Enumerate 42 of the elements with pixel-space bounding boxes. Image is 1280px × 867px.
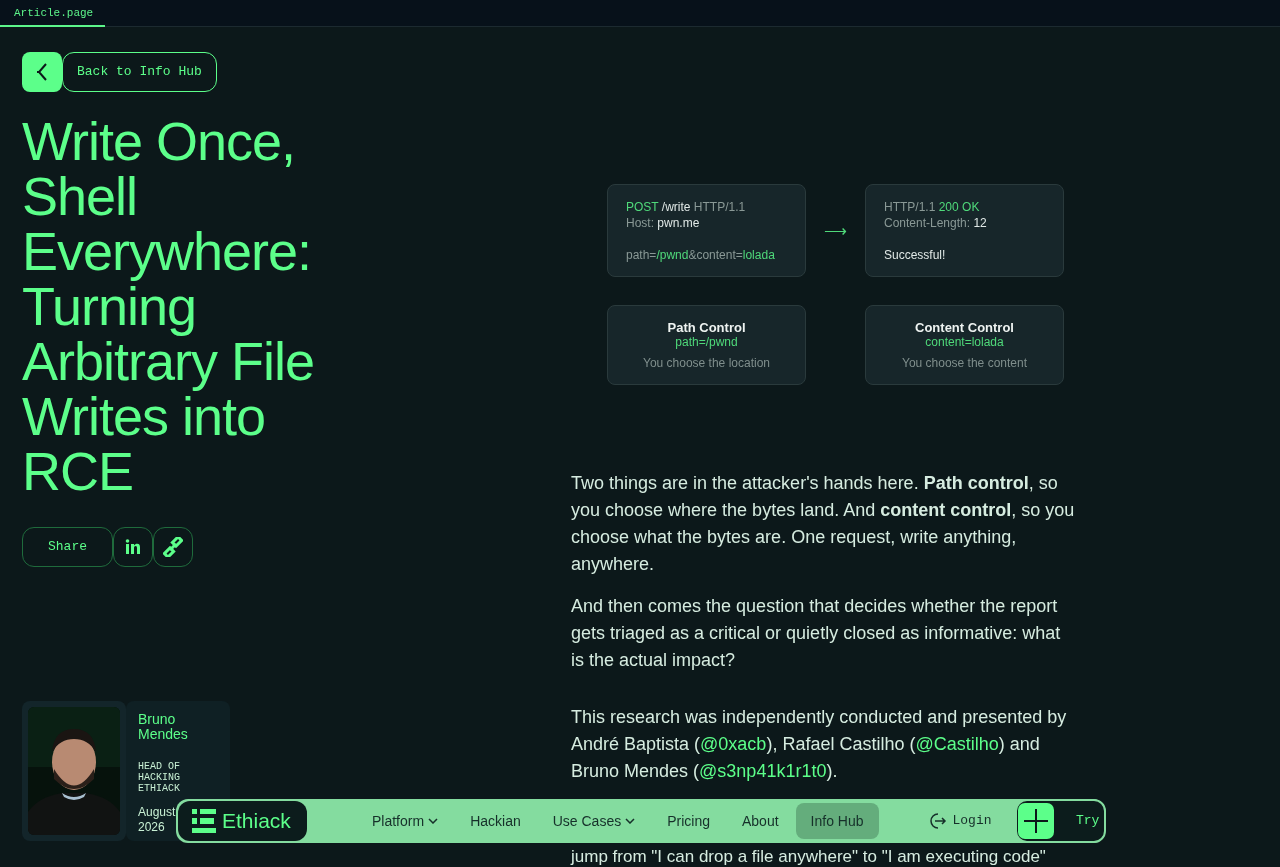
login-icon	[928, 812, 947, 830]
card-caption: You choose the location	[643, 356, 770, 370]
nav-item[interactable]: Platform	[357, 803, 454, 839]
nav-item[interactable]: Hackian	[455, 803, 536, 839]
publish-date: August 2026	[138, 805, 176, 835]
login-button[interactable]: Login	[928, 811, 992, 831]
logo-icon	[192, 809, 216, 833]
back-button[interactable]	[22, 52, 62, 92]
article-paragraph: Two things are in the attacker's hands here. Path control, so you choose where the bytes land. And content control, so you choose what the bytes are. One request, write anything, anywhere.	[571, 472, 1076, 576]
logo-text: Ethiack	[222, 808, 291, 835]
back-link[interactable]: Back to Info Hub	[62, 52, 217, 92]
article-title: Write Once, Shell Everywhere: Turning Arbitrary File Writes into RCE	[22, 114, 316, 499]
article-paragraph: This research was independently conducted and presented by André Baptista (@0xacb), Rafael Castilho (@Castilho) and Bruno Mendes (@s3np41k1r1t0).	[571, 706, 1068, 783]
logo-button[interactable]: Ethiack	[178, 801, 307, 841]
author-name: Bruno Mendes	[138, 712, 189, 742]
plus-icon	[1018, 803, 1054, 839]
response-card: HTTP/1.1 200 OK Content-Length: 12 Successful!	[865, 184, 1064, 277]
tab[interactable]: Article.page	[0, 0, 105, 27]
arrow-glyph: ⟶	[824, 220, 847, 241]
handle-link[interactable]: @s3np41k1r1t0	[699, 761, 827, 781]
card-caption: You choose the content	[902, 356, 1027, 370]
author-role: HEAD OF HACKING ETHIACK	[138, 761, 181, 794]
article-paragraph: And then comes the question that decides whether the report gets triaged as a critical or quietly closed as informative: what is the actual impact?	[571, 595, 1062, 672]
article-text-line: jump from "I can drop a file anywhere" to "I am executing code"	[571, 847, 1046, 867]
linkedin-icon	[125, 539, 141, 555]
try-button[interactable]: Try	[1015, 799, 1106, 843]
linkedin-button[interactable]	[113, 527, 153, 567]
request-card: POST /write HTTP/1.1 Host: pwn.me path=/pwnd&content=lolada	[607, 184, 806, 277]
chevron-left-icon	[36, 62, 48, 82]
nav-item[interactable]: About	[727, 803, 794, 839]
handle-link[interactable]: @Castilho	[915, 734, 999, 754]
card-param: content=lolada	[925, 335, 1004, 350]
nav-item[interactable]: Pricing	[652, 803, 725, 839]
handle-link[interactable]: @0xacb	[700, 734, 767, 754]
card-param: path=/pwnd	[675, 335, 738, 350]
nav-item[interactable]: Info Hub	[795, 803, 879, 839]
copy-link-button[interactable]	[153, 527, 193, 567]
chain-link-icon	[163, 537, 183, 557]
card-title: Path Control	[667, 320, 746, 335]
card-title: Content Control	[915, 320, 1014, 335]
share-button[interactable]: Share	[22, 527, 113, 567]
nav-item[interactable]: Use Cases	[537, 803, 651, 839]
